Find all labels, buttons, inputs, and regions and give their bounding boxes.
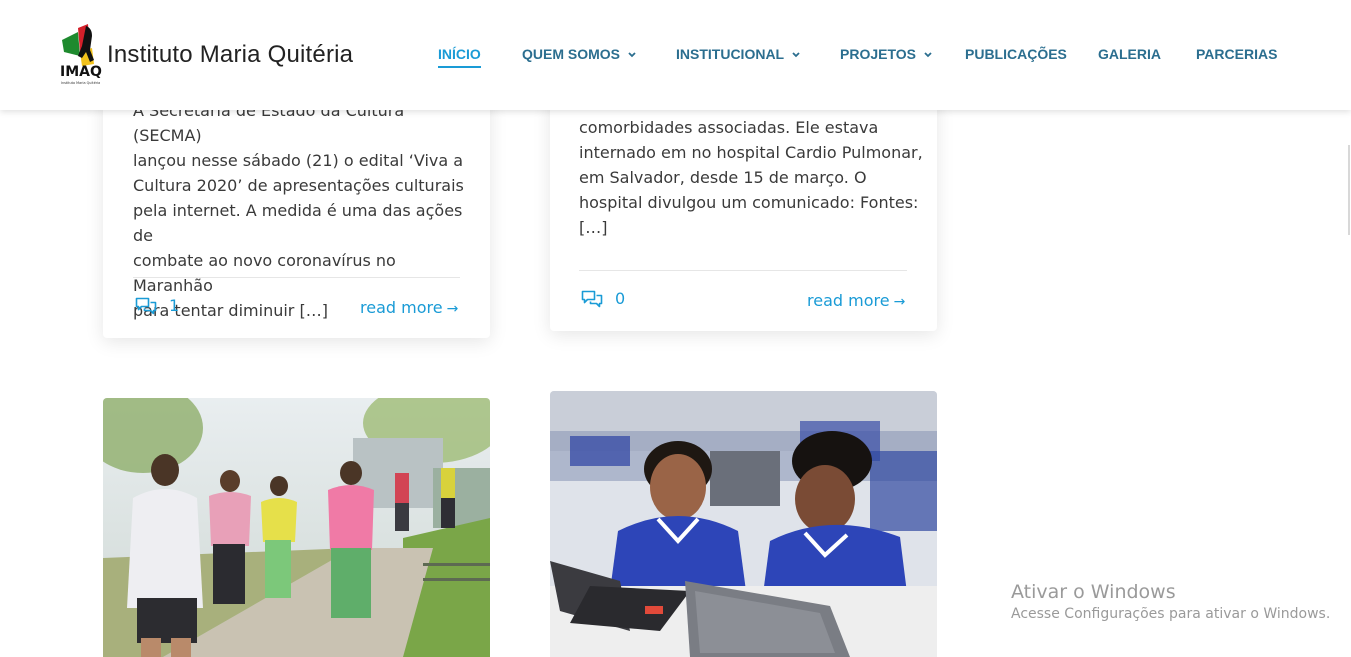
comments-icon <box>581 290 603 307</box>
windows-activation-title: Ativar o Windows <box>1011 581 1176 603</box>
chevron-down-icon <box>792 52 800 58</box>
nav-label: INÍCIO <box>438 46 481 62</box>
arrow-right-icon: → <box>446 301 459 317</box>
site-title[interactable]: Instituto Maria Quitéria <box>107 41 353 69</box>
nav-quem-somos[interactable]: QUEM SOMOS <box>522 46 636 62</box>
post-excerpt: A Secretaria de Estado da Cultura (SECMA… <box>133 98 473 323</box>
read-more-link[interactable]: read more → <box>360 298 458 317</box>
read-more-label: read more <box>807 291 890 310</box>
nav-projetos[interactable]: PROJETOS <box>840 46 932 62</box>
arrow-right-icon: → <box>893 294 906 310</box>
nav-label: PARCERIAS <box>1196 46 1278 62</box>
svg-text:Instituto Maria Quitéria: Instituto Maria Quitéria <box>61 81 100 85</box>
comments-link[interactable]: 1 <box>135 296 179 315</box>
nav-label: GALERIA <box>1098 46 1161 62</box>
excerpt-line: hospital divulgou um comunicado: Fontes: <box>579 193 919 212</box>
excerpt-line: Cultura 2020’ de apresentações culturais <box>133 176 464 195</box>
chevron-down-icon <box>924 52 932 58</box>
excerpt-line: pela internet. A medida é uma das ações … <box>133 201 463 245</box>
excerpt-line: lançou nesse sábado (21) o edital ‘Viva … <box>133 151 464 170</box>
excerpt-line: […] <box>579 218 608 237</box>
comments-icon <box>135 297 157 314</box>
nav-label: PUBLICAÇÕES <box>965 46 1067 62</box>
read-more-label: read more <box>360 298 443 317</box>
card-divider <box>133 277 460 278</box>
excerpt-line: comorbidades associadas. Ele estava <box>579 118 879 137</box>
nav-publicacoes[interactable]: PUBLICAÇÕES <box>965 46 1067 62</box>
nav-label: INSTITUCIONAL <box>676 46 784 62</box>
excerpt-line: internado em no hospital Cardio Pulmonar… <box>579 143 923 162</box>
scrollbar-thumb[interactable] <box>1348 145 1350 235</box>
site-header: IMAQ Instituto Maria Quitéria Instituto … <box>0 0 1351 110</box>
excerpt-line: em Salvador, desde 15 de março. O <box>579 168 867 187</box>
comments-count: 0 <box>615 289 626 308</box>
nav-label: QUEM SOMOS <box>522 46 621 62</box>
comments-link[interactable]: 0 <box>581 289 625 308</box>
read-more-link[interactable]: read more → <box>807 291 905 310</box>
post-excerpt: comorbidades associadas. Ele estava inte… <box>579 115 924 240</box>
windows-activation-subtitle: Acesse Configurações para ativar o Windo… <box>1011 606 1331 622</box>
chevron-down-icon <box>628 52 636 58</box>
post-featured-image[interactable] <box>550 391 937 657</box>
nav-institucional[interactable]: INSTITUCIONAL <box>676 46 800 62</box>
nav-galeria[interactable]: GALERIA <box>1098 46 1161 62</box>
students-laptops-photo <box>550 391 937 657</box>
nav-parcerias[interactable]: PARCERIAS <box>1196 46 1277 62</box>
svg-text:IMAQ: IMAQ <box>60 64 102 80</box>
comments-count: 1 <box>169 296 180 315</box>
site-logo[interactable]: IMAQ Instituto Maria Quitéria <box>58 22 104 86</box>
card-divider <box>579 270 907 271</box>
walking-people-photo <box>103 398 490 657</box>
nav-inicio[interactable]: INÍCIO <box>438 46 481 68</box>
post-featured-image[interactable] <box>103 398 490 657</box>
nav-label: PROJETOS <box>840 46 916 62</box>
excerpt-line: combate ao novo coronavírus no Maranhão <box>133 251 396 295</box>
